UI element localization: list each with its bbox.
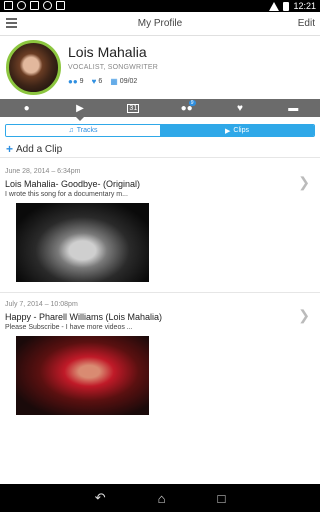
calendar-icon: ▦: [110, 77, 118, 86]
date-stat[interactable]: ▦ 09/02: [110, 77, 137, 86]
video-icon: ▶: [225, 127, 231, 135]
heart-icon: ♥: [91, 77, 97, 86]
fans-badge: 9: [188, 100, 196, 106]
tab-calendar[interactable]: 31: [107, 99, 160, 117]
likes-stat[interactable]: ♥ 6: [92, 77, 103, 86]
add-clip-button[interactable]: + Add a Clip: [6, 142, 62, 156]
app-bar: My Profile Edit: [0, 12, 320, 36]
tab-fans[interactable]: ●● 9: [160, 99, 213, 117]
battery-icon: [283, 1, 290, 11]
chat-bubble-icon: ▬: [288, 102, 299, 114]
date-value: 09/02: [119, 78, 138, 85]
clip-item[interactable]: July 7, 2014 – 10:08pm Happy - Pharell W…: [0, 301, 320, 421]
tracks-label: Tracks: [76, 127, 98, 134]
avatar[interactable]: [6, 40, 61, 95]
status-time: 12:21: [293, 1, 316, 11]
clip-thumbnail[interactable]: [16, 336, 149, 415]
system-nav-bar: ↶ ⌂ □: [0, 484, 320, 512]
notification-icon: [4, 1, 13, 10]
page-title: My Profile: [137, 18, 183, 29]
likes-count: 6: [98, 78, 103, 85]
tracks-clips-toggle: ♫ Tracks ▶ Clips: [5, 124, 315, 137]
tab-profile[interactable]: ●: [0, 99, 53, 117]
calendar-icon: 31: [127, 103, 140, 113]
tab-likes[interactable]: ♥: [213, 99, 266, 117]
chevron-right-icon[interactable]: ❯: [298, 307, 310, 324]
download-icon: [43, 1, 52, 10]
tracks-segment[interactable]: ♫ Tracks: [6, 125, 160, 136]
chevron-right-icon[interactable]: ❯: [298, 174, 310, 191]
upload-icon: [17, 1, 26, 10]
people-icon: ●●: [68, 77, 78, 86]
plus-icon: +: [6, 142, 14, 156]
clip-description: I wrote this song for a documentary m...: [5, 191, 128, 198]
play-icon: ▶: [76, 102, 84, 114]
clips-segment[interactable]: ▶ Clips: [160, 125, 314, 136]
profile-header: Lois Mahalia VOCALIST, SONGWRITER ●● 9 ♥…: [0, 36, 320, 98]
clip-item[interactable]: June 28, 2014 – 6:34pm Lois Mahalia- Goo…: [0, 168, 320, 288]
clips-label: Clips: [233, 127, 249, 134]
tab-messages[interactable]: ▬: [267, 99, 320, 117]
fans-count: 9: [79, 78, 84, 85]
clip-title: Happy - Pharell Williams (Lois Mahalia): [5, 312, 163, 322]
clip-thumbnail[interactable]: [16, 203, 149, 282]
clip-title: Lois Mahalia- Goodbye- (Original): [5, 179, 141, 189]
music-note-icon: ♫: [68, 127, 74, 134]
clip-description: Please Subscribe - I have more videos ..…: [5, 324, 133, 331]
divider: [0, 157, 320, 158]
wifi-icon: [269, 1, 280, 11]
back-icon[interactable]: ↶: [95, 490, 106, 506]
clip-date: June 28, 2014 – 6:34pm: [5, 168, 81, 175]
sync-icon: [30, 1, 39, 10]
profile-name: Lois Mahalia: [68, 44, 147, 60]
recents-icon[interactable]: □: [217, 491, 225, 506]
divider: [0, 292, 320, 293]
fans-stat[interactable]: ●● 9: [68, 77, 84, 86]
tab-media[interactable]: ▶: [53, 99, 106, 121]
clip-date: July 7, 2014 – 10:08pm: [5, 301, 78, 308]
gallery-icon: [56, 1, 65, 10]
home-icon[interactable]: ⌂: [158, 491, 166, 506]
profile-role: VOCALIST, SONGWRITER: [68, 64, 158, 71]
status-bar: 12:21: [0, 0, 320, 12]
edit-button[interactable]: Edit: [298, 18, 315, 29]
person-icon: ●: [23, 102, 30, 114]
heart-icon: ♥: [237, 102, 243, 114]
icon-tab-bar: ● ▶ 31 ●● 9 ♥ ▬: [0, 99, 320, 121]
profile-stats: ●● 9 ♥ 6 ▦ 09/02: [68, 77, 137, 86]
add-clip-label: Add a Clip: [16, 143, 63, 155]
